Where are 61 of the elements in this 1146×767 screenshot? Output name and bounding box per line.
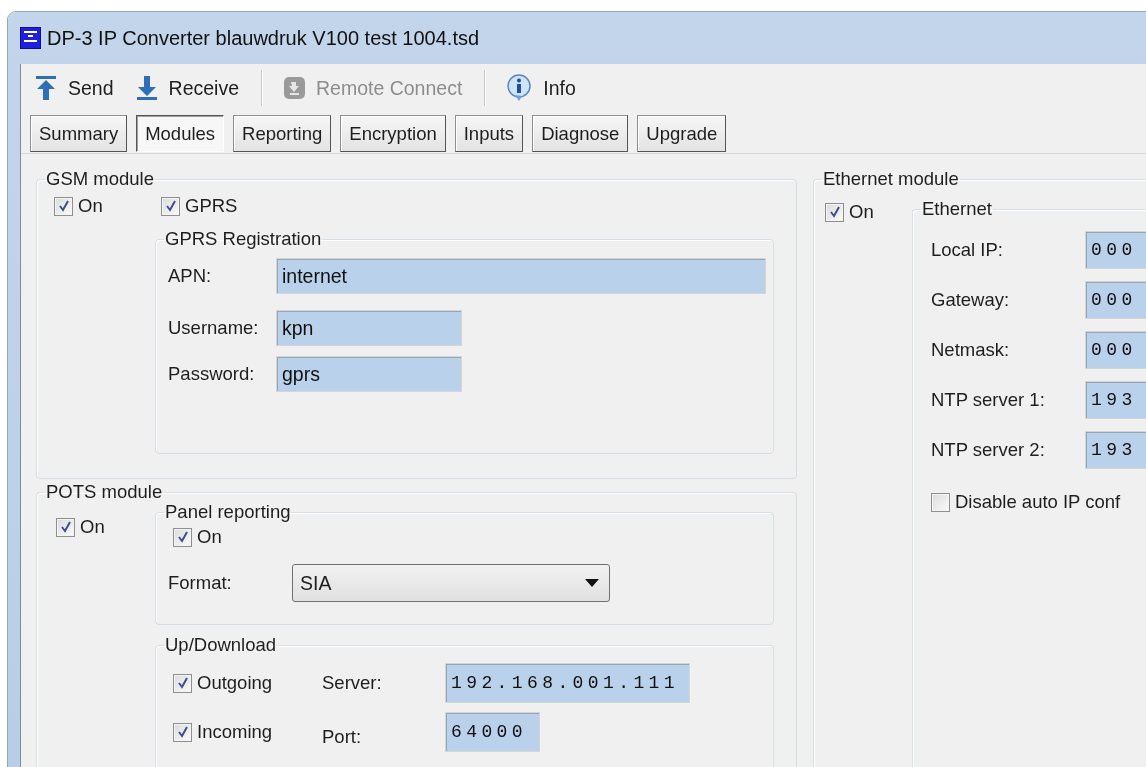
- group-title: Ethernet: [921, 199, 993, 219]
- text-field[interactable]: 000: [1085, 231, 1146, 269]
- download-arrow-icon: [135, 75, 158, 101]
- field-label: APN:: [168, 265, 213, 287]
- tab[interactable]: Inputs: [454, 115, 524, 152]
- text-field[interactable]: 193: [1085, 431, 1146, 469]
- field-label: NTP server 2:: [931, 439, 1046, 461]
- field-label: Server:: [322, 672, 383, 694]
- checkbox[interactable]: Outgoing: [173, 672, 322, 694]
- info-icon: [506, 74, 533, 102]
- format-dropdown[interactable]: SIA: [292, 564, 610, 602]
- toolbar-button[interactable]: Receive: [131, 75, 243, 101]
- checkmark-icon: [175, 530, 190, 544]
- group-title: Panel reporting: [164, 502, 292, 522]
- checkbox[interactable]: Disable auto IP conf: [931, 491, 1121, 513]
- text-field[interactable]: 192.168.001.111: [445, 663, 690, 703]
- checkmark-icon: [163, 199, 178, 213]
- tab[interactable]: Reporting: [233, 115, 332, 152]
- field-label: Gateway:: [931, 289, 1011, 311]
- toolbar-button[interactable]: Info: [502, 74, 580, 102]
- app-icon: [20, 27, 41, 49]
- group-title: Ethernet module: [822, 169, 960, 189]
- text-field[interactable]: 193: [1085, 381, 1146, 419]
- field-label: Password:: [168, 363, 256, 385]
- checkbox[interactable]: On: [56, 516, 105, 538]
- tab[interactable]: Upgrade: [637, 115, 727, 152]
- group-title: GPRS Registration: [164, 229, 323, 249]
- text-field[interactable]: 000: [1085, 281, 1146, 319]
- group-title: GSM module: [45, 169, 155, 189]
- tab[interactable]: Encryption: [340, 115, 446, 152]
- field-label: Format:: [168, 572, 233, 594]
- tab[interactable]: Diagnose: [532, 115, 629, 152]
- text-field[interactable]: 64000: [445, 712, 540, 752]
- toolbar-button[interactable]: Send: [31, 75, 118, 101]
- window-title: DP-3 IP Converter blauwdruk V100 test 1004.tsd: [47, 26, 480, 50]
- tab[interactable]: Modules: [136, 115, 225, 152]
- caret-icon: [585, 579, 599, 587]
- text-field[interactable]: 000: [1085, 331, 1146, 369]
- checkmark-icon: [175, 725, 190, 739]
- text-field[interactable]: internet: [276, 258, 766, 294]
- field-label: Netmask:: [931, 339, 1011, 361]
- group-title: POTS module: [45, 482, 164, 502]
- checkbox[interactable]: GPRS: [161, 195, 238, 217]
- checkbox[interactable]: On: [173, 526, 222, 548]
- field-label: Port:: [322, 726, 363, 748]
- text-field[interactable]: gprs: [276, 356, 462, 392]
- field-label: NTP server 1:: [931, 389, 1046, 411]
- checkbox[interactable]: On: [825, 201, 874, 223]
- upload-arrow-icon: [35, 75, 57, 101]
- group-title: Up/Download: [164, 635, 278, 655]
- field-label: Username:: [168, 317, 260, 339]
- checkmark-icon: [56, 199, 71, 213]
- checkmark-icon: [58, 520, 73, 534]
- checkbox[interactable]: Incoming: [173, 721, 322, 743]
- field-label: Local IP:: [931, 239, 1004, 261]
- tab[interactable]: Summary: [30, 115, 128, 152]
- checkmark-icon: [175, 676, 190, 690]
- connect-icon: [283, 75, 305, 101]
- text-field[interactable]: kpn: [276, 310, 462, 346]
- checkbox[interactable]: On: [54, 195, 161, 217]
- checkmark-icon: [827, 205, 842, 219]
